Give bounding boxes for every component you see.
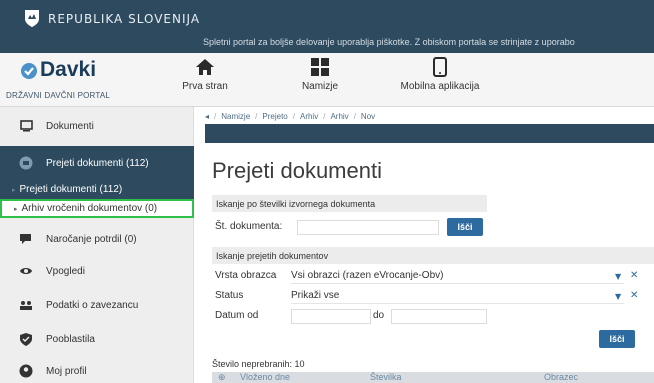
gov-name: REPUBLIKA SLOVENIJA (48, 12, 201, 26)
sidebar-item-podatki[interactable]: Podatki o zavezancu (0, 290, 194, 320)
sidebar-item-label: Naročanje potrdil (0) (46, 233, 137, 245)
eye-icon (14, 266, 38, 276)
nav-home-label: Prva stran (182, 81, 228, 92)
field-label: Vrsta obrazca (215, 270, 277, 281)
sidebar-item-label: Podatki o zavezancu (46, 299, 139, 311)
status-select[interactable]: Prikaži vse (291, 288, 624, 304)
field-label: Št. dokumenta: (215, 221, 283, 232)
sidebar-item-label: Pooblastila (46, 333, 95, 345)
mobile-icon (433, 57, 447, 77)
sidebar-subitem-prejeti[interactable]: ▸ Prejeti dokumenti (112) (0, 180, 194, 199)
unread-count: Število neprebranih: 10 (212, 359, 305, 369)
section-heading: Iskanje prejetih dokumentov (212, 247, 654, 264)
column-header[interactable]: Številka (370, 372, 402, 382)
breadcrumb-item[interactable]: Prejeto (262, 112, 287, 121)
crest-icon (25, 10, 39, 27)
logo-subtitle: DRŽAVNI DAVČNI PORTAL (6, 91, 111, 100)
toolbar-strip (205, 124, 654, 143)
users-icon (14, 300, 38, 311)
breadcrumb: ◂ / Namizje / Prejeto / Arhiv / Arhiv / … (205, 111, 376, 121)
table-header: ⊕ Vloženo dne Številka Obrazec (212, 372, 654, 383)
sidebar-item-label: Dokumenti (46, 120, 94, 132)
chevron-down-icon[interactable]: ▼ (615, 272, 621, 281)
field-label: do (373, 310, 385, 321)
logo-text[interactable]: Davki (40, 58, 96, 82)
nav-mobile-label: Mobilna aplikacija (400, 81, 480, 92)
sidebar-item-narocanje[interactable]: Naročanje potrdil (0) (0, 224, 194, 254)
sidebar-item-profil[interactable]: Moj profil (0, 356, 194, 383)
sidebar-item-prejeti[interactable]: Prejeti dokumenti (112) (0, 146, 194, 180)
sidebar-item-vpogledi[interactable]: Vpogledi (0, 256, 194, 286)
inbox-icon (14, 156, 38, 170)
sidebar-subitem-label: Arhiv vročenih dokumentov (0) (21, 203, 158, 214)
document-icon (14, 120, 38, 132)
nav-home[interactable]: Prva stran (177, 57, 233, 105)
nav-namizje-label: Namizje (301, 81, 339, 92)
sidebar-item-label: Moj profil (46, 365, 87, 377)
caret-right-icon: ▸ (14, 205, 18, 213)
sidebar-subitem-label: Prejeti dokumenti (112) (19, 184, 123, 195)
sidebar-item-pooblastila[interactable]: Pooblastila (0, 324, 194, 354)
shield-icon (14, 332, 38, 346)
breadcrumb-back-icon[interactable]: ◂ (205, 112, 209, 121)
field-label: Status (215, 290, 244, 301)
clear-icon[interactable]: ✕ (630, 290, 638, 301)
header: Davki DRŽAVNI DAVČNI PORTAL Prva stran N… (0, 53, 654, 107)
breadcrumb-item[interactable]: Arhiv (300, 112, 318, 121)
column-header[interactable]: Obrazec (544, 372, 578, 382)
nav-namizje[interactable]: Namizje (290, 57, 350, 105)
column-header[interactable]: Vloženo dne (240, 372, 290, 382)
davki-logo-icon (21, 63, 37, 79)
sort-icon[interactable]: ⊕ (218, 372, 226, 383)
date-to-input[interactable] (391, 309, 487, 324)
date-from-input[interactable] (291, 309, 371, 324)
field-label: Datum od (215, 310, 259, 321)
section-heading: Iskanje po številki izvornega dokumenta (212, 195, 487, 212)
sidebar-item-label: Vpogledi (46, 265, 85, 277)
sidebar-item-dokumenti[interactable]: Dokumenti (0, 111, 194, 141)
clear-icon[interactable]: ✕ (630, 270, 638, 281)
profile-icon (14, 364, 38, 378)
dashboard-icon (311, 58, 329, 76)
cookie-notice: Spletni portal za boljše delovanje upora… (203, 37, 575, 47)
sidebar: Dokumenti Prejeti dokumenti (112) ▸ Prej… (0, 107, 194, 383)
search-button[interactable]: Išči (599, 330, 635, 348)
caret-right-icon: ▸ (12, 186, 16, 194)
gov-bar: REPUBLIKA SLOVENIJA Spletni portal za bo… (0, 0, 654, 53)
page-title: Prejeti dokumenti (212, 158, 382, 183)
search-button[interactable]: Išči (447, 218, 483, 236)
document-number-input[interactable] (297, 220, 439, 235)
home-icon (196, 59, 214, 75)
breadcrumb-item[interactable]: Arhiv (330, 112, 348, 121)
sidebar-item-label: Prejeti dokumenti (112) (46, 157, 149, 169)
sidebar-subitem-arhiv[interactable]: ▸ Arhiv vročenih dokumentov (0) (0, 199, 194, 218)
breadcrumb-item: Nov (360, 111, 376, 121)
form-type-select[interactable]: Vsi obrazci (razen eVrocanje-Obv) (291, 268, 624, 284)
chevron-down-icon[interactable]: ▼ (615, 292, 621, 301)
nav-mobile-app[interactable]: Mobilna aplikacija (390, 57, 490, 105)
chat-icon (14, 233, 38, 245)
breadcrumb-item[interactable]: Namizje (221, 112, 250, 121)
